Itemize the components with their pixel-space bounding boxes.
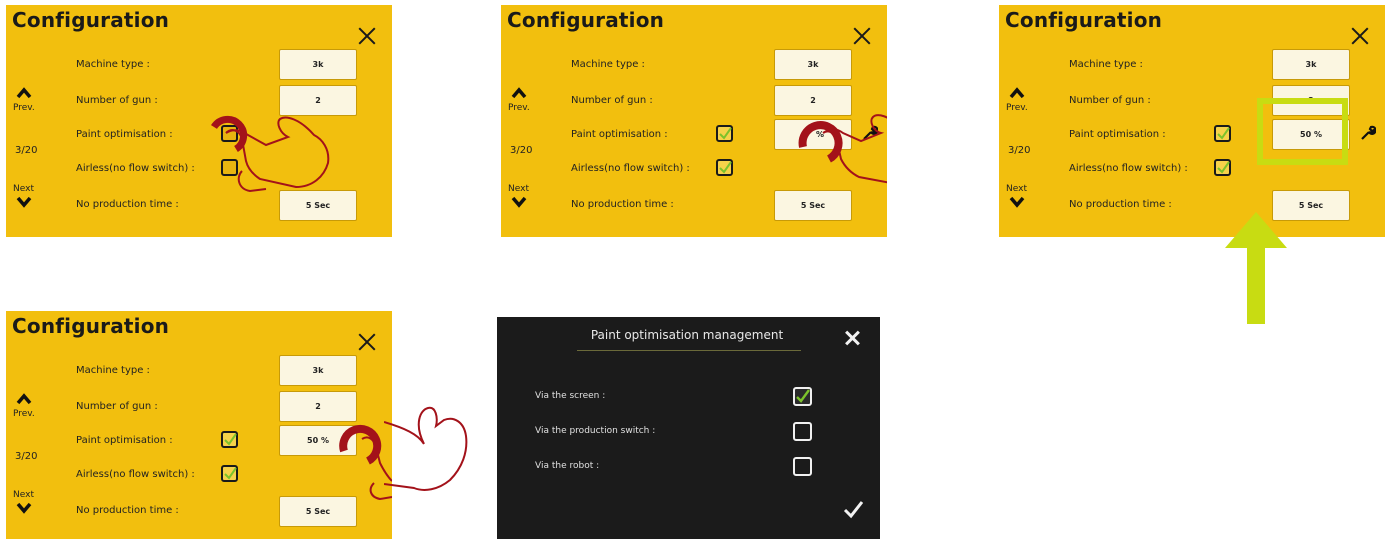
paint-optimisation-dialog: Paint optimisation management Via the sc…	[497, 317, 880, 539]
airless-label: Airless(no flow switch) :	[571, 163, 690, 174]
title-divider	[577, 350, 801, 351]
via-production-switch-label: Via the production switch :	[535, 426, 656, 436]
prev-label[interactable]: Prev.	[508, 103, 530, 113]
airless-label: Airless(no flow switch) :	[76, 163, 195, 174]
machine-type-value[interactable]: 3k	[1272, 49, 1350, 80]
number-of-gun-value[interactable]: 2	[279, 391, 357, 422]
machine-type-value[interactable]: 3k	[279, 355, 357, 386]
machine-type-label: Machine type :	[571, 59, 645, 70]
number-of-gun-label: Number of gun :	[571, 95, 653, 106]
tap-hand-icon	[211, 115, 330, 193]
paint-optimisation-checkbox[interactable]	[1214, 125, 1231, 142]
via-robot-label: Via the robot :	[535, 461, 600, 471]
paint-optimisation-label: Paint optimisation :	[76, 435, 173, 446]
no-production-time-label: No production time :	[76, 199, 179, 210]
no-production-time-value[interactable]: 5 Sec	[279, 496, 357, 527]
airless-checkbox[interactable]	[221, 465, 238, 482]
via-production-switch-checkbox[interactable]	[793, 422, 812, 441]
paint-optimisation-checkbox[interactable]	[221, 125, 238, 142]
airless-checkbox[interactable]	[1214, 159, 1231, 176]
close-icon[interactable]	[358, 27, 376, 45]
number-of-gun-value[interactable]: 2	[774, 85, 852, 116]
close-icon[interactable]	[1351, 27, 1369, 45]
number-of-gun-value[interactable]: 2	[279, 85, 357, 116]
prev-label[interactable]: Prev.	[13, 409, 35, 419]
prev-label[interactable]: Prev.	[13, 103, 35, 113]
confirm-check-icon[interactable]	[843, 499, 863, 519]
panel-title: Configuration	[12, 8, 170, 32]
paint-optimisation-label: Paint optimisation :	[571, 129, 668, 140]
config-panel-step4: Configuration Prev. 3/20 Next Machine ty…	[6, 311, 392, 539]
chevron-down-icon[interactable]	[16, 502, 32, 514]
config-panel-step3: Configuration Prev. 3/20 Next Machine ty…	[999, 5, 1385, 237]
next-label[interactable]: Next	[13, 490, 34, 500]
chevron-down-icon[interactable]	[1009, 196, 1025, 208]
airless-checkbox[interactable]	[716, 159, 733, 176]
dialog-title: Paint optimisation management	[590, 328, 784, 342]
page-indicator: 3/20	[510, 145, 533, 156]
close-icon[interactable]	[853, 27, 871, 45]
paint-optimisation-label: Paint optimisation :	[76, 129, 173, 140]
number-of-gun-label: Number of gun :	[76, 401, 158, 412]
chevron-up-icon[interactable]	[16, 393, 32, 405]
via-robot-checkbox[interactable]	[793, 457, 812, 476]
machine-type-label: Machine type :	[76, 365, 150, 376]
airless-label: Airless(no flow switch) :	[76, 469, 195, 480]
no-production-time-label: No production time :	[76, 505, 179, 516]
close-icon[interactable]	[358, 333, 376, 351]
next-label[interactable]: Next	[1006, 184, 1027, 194]
machine-type-label: Machine type :	[76, 59, 150, 70]
chevron-down-icon[interactable]	[16, 196, 32, 208]
via-screen-label: Via the screen :	[535, 391, 606, 401]
number-of-gun-label: Number of gun :	[1069, 95, 1151, 106]
close-icon[interactable]	[845, 331, 859, 345]
paint-optimisation-label: Paint optimisation :	[1069, 129, 1166, 140]
tap-hand-outline	[384, 406, 468, 491]
paint-optimisation-checkbox[interactable]	[221, 431, 238, 448]
paint-optimisation-value-tail: %	[815, 130, 824, 139]
next-label[interactable]: Next	[13, 184, 34, 194]
chevron-up-icon[interactable]	[1009, 87, 1025, 99]
chevron-up-icon[interactable]	[511, 87, 527, 99]
config-panel-step1: Configuration Prev. 3/20 Next Machine ty…	[6, 5, 392, 237]
paint-optimisation-value-partial: 5	[802, 130, 808, 139]
wrench-icon[interactable]	[862, 125, 878, 141]
page-indicator: 3/20	[15, 451, 38, 462]
highlight-box	[1257, 98, 1348, 165]
next-label[interactable]: Next	[508, 184, 529, 194]
chevron-down-icon[interactable]	[511, 196, 527, 208]
page-indicator: 3/20	[1008, 145, 1031, 156]
up-arrow-icon	[1225, 212, 1287, 324]
config-panel-step2: Configuration Prev. 3/20 Next Machine ty…	[501, 5, 887, 237]
page-indicator: 3/20	[15, 145, 38, 156]
wrench-icon[interactable]	[1360, 125, 1376, 141]
no-production-time-value[interactable]: 5 Sec	[279, 190, 357, 221]
paint-optimisation-checkbox[interactable]	[716, 125, 733, 142]
airless-checkbox[interactable]	[221, 159, 238, 176]
machine-type-value[interactable]: 3k	[774, 49, 852, 80]
panel-title: Configuration	[507, 8, 665, 32]
no-production-time-label: No production time :	[571, 199, 674, 210]
paint-optimisation-value[interactable]: 5 %	[774, 119, 852, 150]
machine-type-label: Machine type :	[1069, 59, 1143, 70]
prev-label[interactable]: Prev.	[1006, 103, 1028, 113]
paint-optimisation-value[interactable]: 50 %	[279, 425, 357, 456]
chevron-up-icon[interactable]	[16, 87, 32, 99]
no-production-time-label: No production time :	[1069, 199, 1172, 210]
panel-title: Configuration	[1005, 8, 1163, 32]
no-production-time-value[interactable]: 5 Sec	[774, 190, 852, 221]
machine-type-value[interactable]: 3k	[279, 49, 357, 80]
airless-label: Airless(no flow switch) :	[1069, 163, 1188, 174]
via-screen-checkbox[interactable]	[793, 387, 812, 406]
number-of-gun-label: Number of gun :	[76, 95, 158, 106]
panel-title: Configuration	[12, 314, 170, 338]
